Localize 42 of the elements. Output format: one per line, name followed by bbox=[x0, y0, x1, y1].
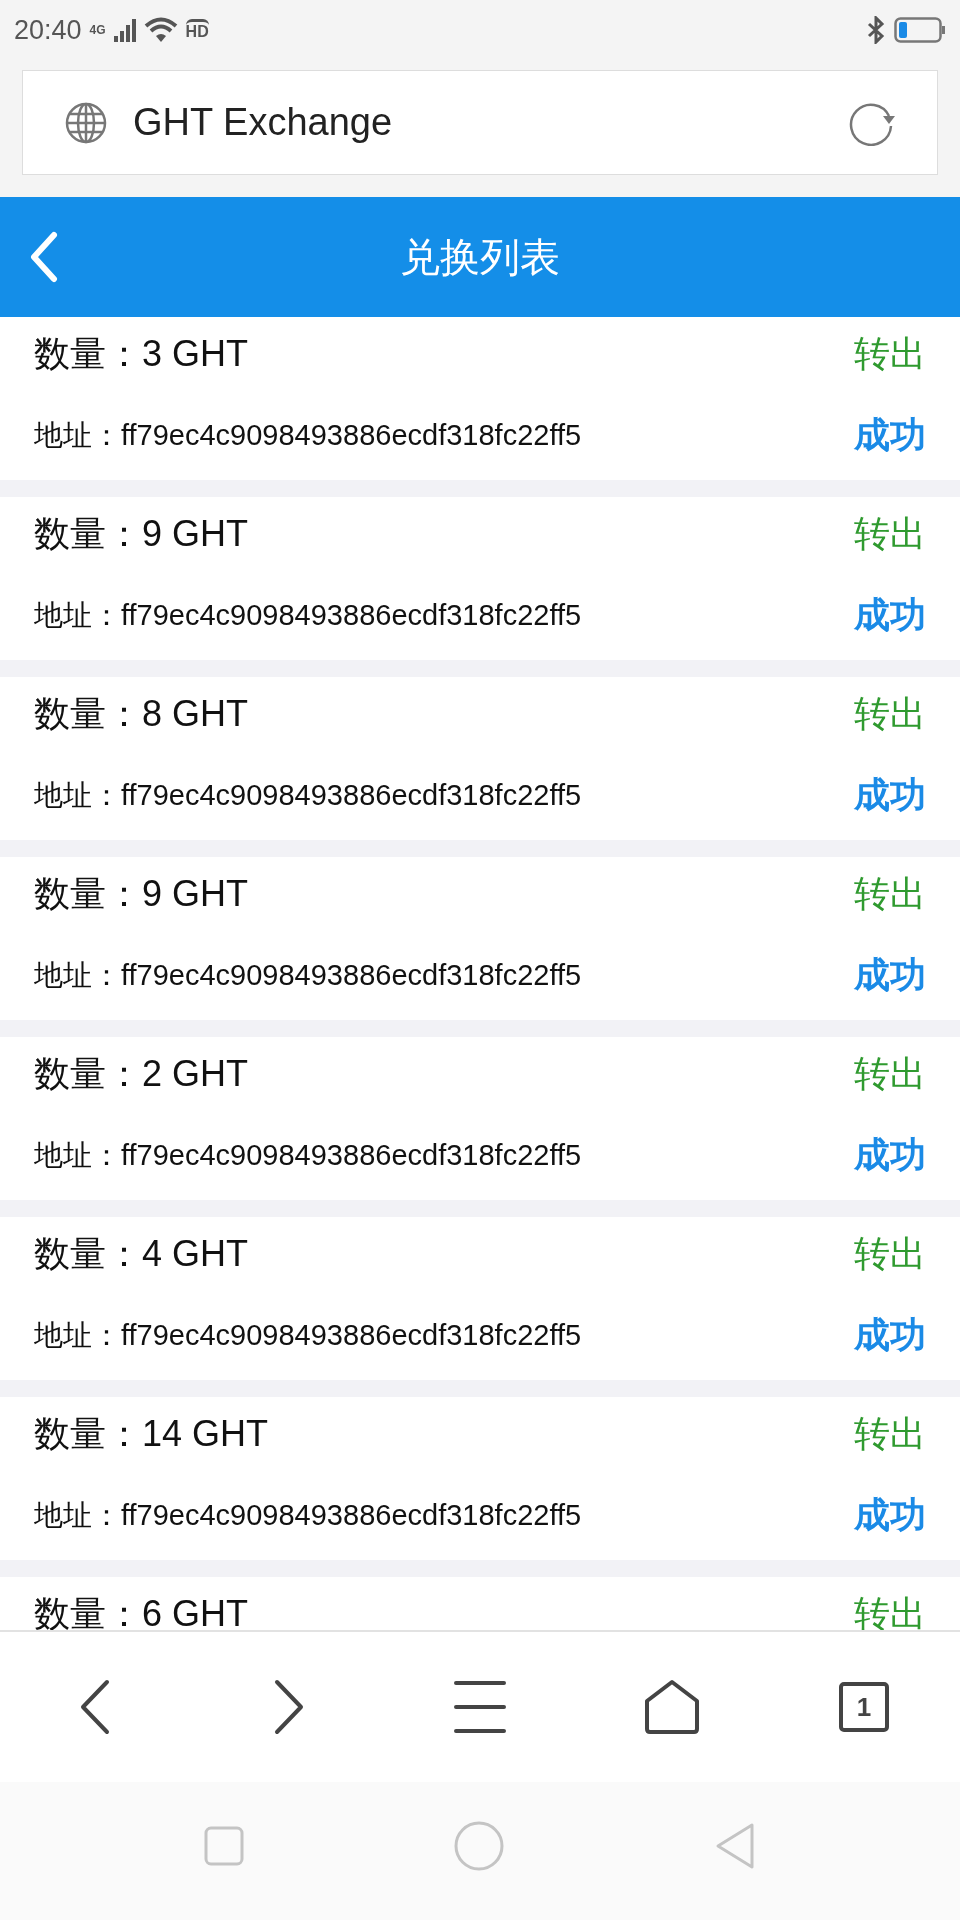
status-text: 成功 bbox=[854, 1313, 926, 1357]
home-button[interactable] bbox=[643, 1679, 701, 1735]
address-text: 地址：ff79ec4c9098493886ecdf318fc22ff5 bbox=[34, 777, 582, 813]
wifi-icon bbox=[143, 17, 178, 43]
direction-text: 转出 bbox=[854, 331, 926, 376]
status-text: 成功 bbox=[854, 773, 926, 817]
address-text: 地址：ff79ec4c9098493886ecdf318fc22ff5 bbox=[34, 1137, 582, 1173]
address-text: 地址：ff79ec4c9098493886ecdf318fc22ff5 bbox=[34, 417, 582, 453]
signal-icon bbox=[113, 18, 136, 42]
network-label: 4G bbox=[89, 23, 106, 37]
status-text: 成功 bbox=[854, 593, 926, 637]
hd-label: HD bbox=[185, 19, 209, 41]
direction-text: 转出 bbox=[854, 1411, 926, 1456]
direction-text: 转出 bbox=[854, 511, 926, 556]
address-text: 地址：ff79ec4c9098493886ecdf318fc22ff5 bbox=[34, 597, 582, 633]
direction-text: 转出 bbox=[854, 871, 926, 916]
amount-text: 数量：4 GHT bbox=[34, 1231, 248, 1276]
battery-icon bbox=[894, 17, 946, 43]
amount-text: 数量：9 GHT bbox=[34, 871, 248, 916]
status-text: 成功 bbox=[854, 1133, 926, 1177]
tabs-button[interactable]: 1 bbox=[839, 1682, 889, 1732]
bluetooth-icon bbox=[866, 16, 886, 44]
status-text: 成功 bbox=[854, 413, 926, 457]
amount-text: 数量：3 GHT bbox=[34, 331, 248, 376]
status-text: 成功 bbox=[854, 1493, 926, 1537]
header-title: 兑换列表 bbox=[400, 233, 560, 281]
page-title: GHT Exchange bbox=[133, 101, 394, 144]
direction-text: 转出 bbox=[854, 1231, 926, 1276]
direction-text: 转出 bbox=[854, 691, 926, 736]
address-text: 地址：ff79ec4c9098493886ecdf318fc22ff5 bbox=[34, 957, 582, 993]
address-text: 地址：ff79ec4c9098493886ecdf318fc22ff5 bbox=[34, 1317, 582, 1353]
amount-text: 数量：8 GHT bbox=[34, 691, 248, 736]
status-text: 成功 bbox=[854, 953, 926, 997]
globe-icon bbox=[65, 101, 107, 144]
menu-button[interactable] bbox=[453, 1680, 507, 1734]
amount-text: 数量：9 GHT bbox=[34, 511, 248, 556]
address-text: 地址：ff79ec4c9098493886ecdf318fc22ff5 bbox=[34, 1497, 582, 1533]
address-bar[interactable]: GHT Exchange bbox=[22, 70, 938, 175]
direction-text: 转出 bbox=[854, 1051, 926, 1096]
amount-text: 数量：2 GHT bbox=[34, 1051, 248, 1096]
amount-text: 数量：14 GHT bbox=[34, 1411, 269, 1456]
status-time: 20:40 bbox=[14, 14, 82, 46]
